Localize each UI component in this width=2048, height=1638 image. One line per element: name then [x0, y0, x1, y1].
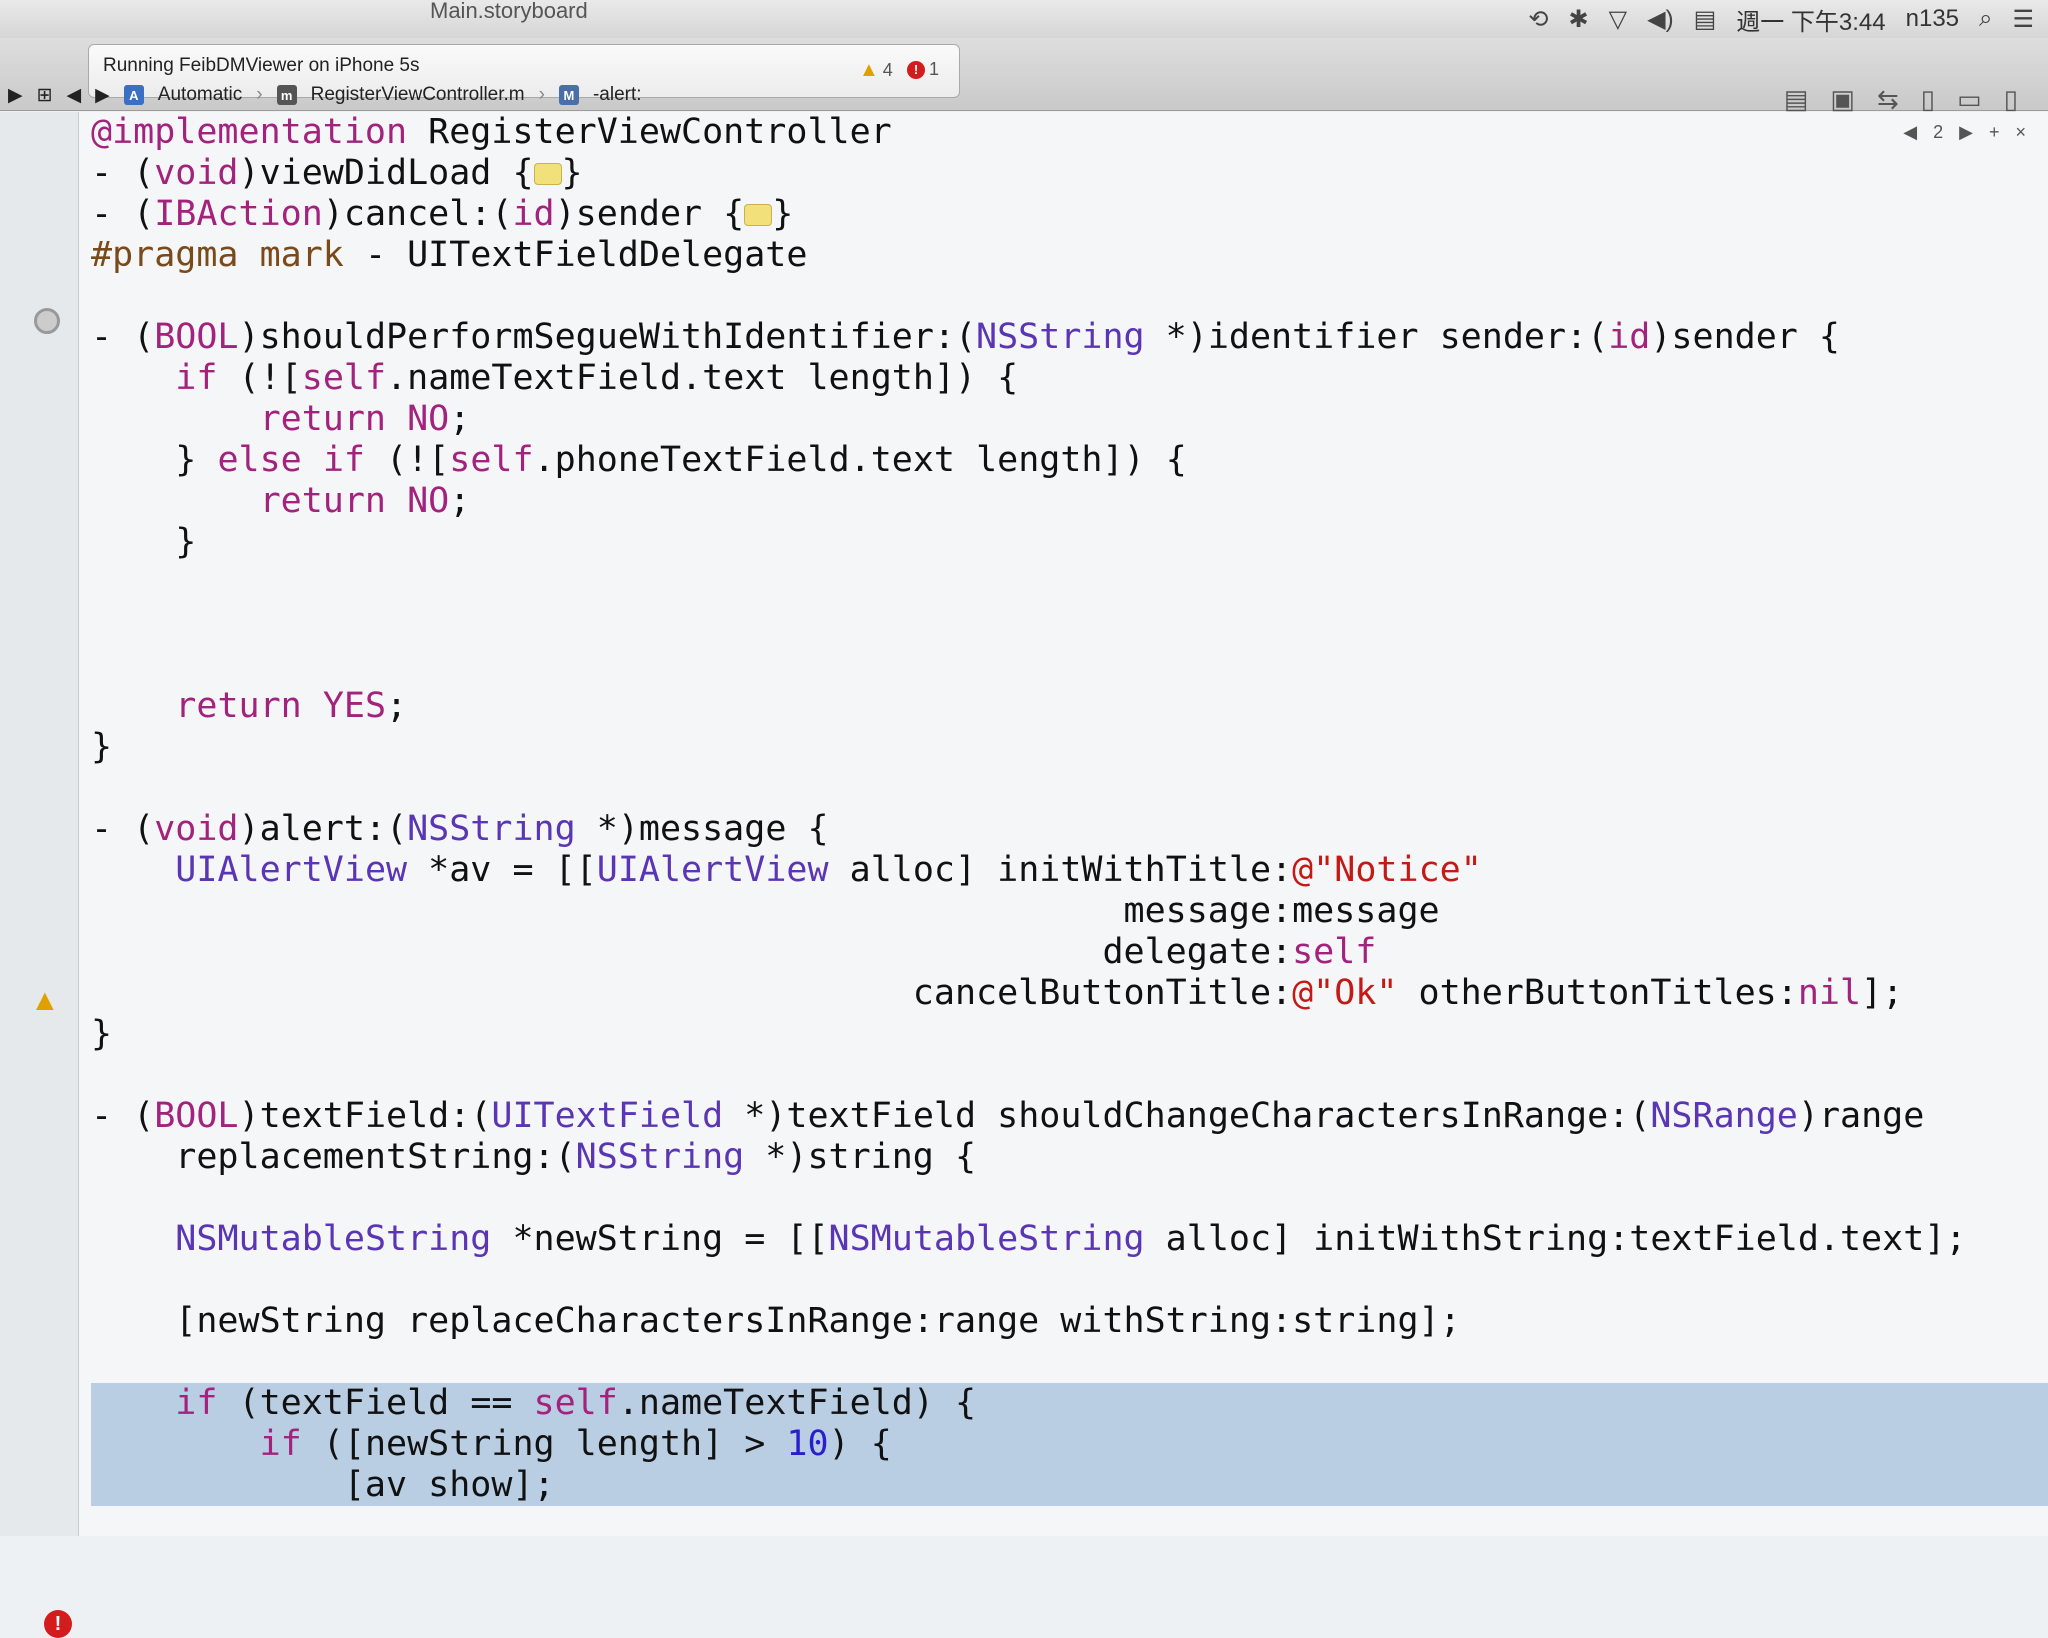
code-line[interactable]: if (![self.nameTextField.text length]) {	[91, 358, 1966, 399]
spotlight-search-icon[interactable]: ⌕	[1979, 5, 1992, 33]
code-line[interactable]: - (BOOL)textField:(UITextField *)textFie…	[91, 1096, 1966, 1137]
source-editor[interactable]: ◀ 2 ▶ + × @implementation RegisterViewCo…	[79, 112, 2048, 1536]
error-count-badge[interactable]: ! 1	[907, 59, 939, 80]
warning-count: 4	[882, 60, 893, 80]
jump-bar-scheme[interactable]: Automatic	[158, 84, 242, 106]
forward-arrow-icon[interactable]: ▶	[95, 84, 110, 107]
code-line[interactable]: [newString replaceCharactersInRange:rang…	[91, 1301, 1966, 1342]
error-count: 1	[929, 59, 940, 79]
chevron-right-icon: ›	[256, 84, 263, 105]
code-line[interactable]: }	[91, 522, 1966, 563]
code-line[interactable]: delegate:self	[91, 932, 1966, 973]
code-line[interactable]: return NO;	[91, 481, 1966, 522]
error-marker-icon[interactable]: !	[44, 1610, 72, 1638]
implementation-file-icon: m	[276, 85, 297, 105]
time-machine-icon[interactable]: ⟲	[1528, 5, 1548, 34]
code-line[interactable]: - (BOOL)shouldPerformSegueWithIdentifier…	[91, 317, 1966, 358]
code-line[interactable]	[91, 1055, 1966, 1096]
method-icon: M	[558, 85, 579, 105]
code-line[interactable]: #pragma mark - UITextFieldDelegate	[91, 235, 1966, 276]
code-line[interactable]: }	[91, 727, 1966, 768]
wifi-icon[interactable]: ▽	[1609, 5, 1627, 34]
code-line[interactable]: return YES;	[91, 686, 1966, 727]
scheme-icon: A	[123, 85, 144, 105]
menu-bar-user[interactable]: n135	[1906, 5, 1959, 33]
code-line[interactable]	[91, 768, 1966, 809]
code-line[interactable]	[91, 1178, 1966, 1219]
close-editor-icon[interactable]: ×	[2015, 122, 2026, 143]
code-line[interactable]: NSMutableString *newString = [[NSMutable…	[91, 1219, 1966, 1260]
add-editor-icon[interactable]: +	[1989, 122, 2000, 143]
code-line[interactable]	[91, 604, 1966, 645]
bluetooth-icon[interactable]: ✱	[1569, 5, 1589, 34]
jump-bar: ▶ ⊞ ◀ ▶ A Automatic › m RegisterViewCont…	[0, 80, 2048, 110]
input-source-flag-icon[interactable]: ▤	[1694, 5, 1717, 34]
notification-center-icon[interactable]: ☰	[2012, 5, 2034, 34]
code-line[interactable]: if (textField == self.nameTextField) {	[91, 1383, 2048, 1424]
chevron-right-icon: ›	[538, 84, 545, 105]
code-line[interactable]	[91, 1260, 1966, 1301]
code-line[interactable]: if ([newString length] > 10) {	[91, 1424, 2048, 1465]
folded-code-icon[interactable]	[533, 163, 562, 185]
code-line[interactable]: [av show];	[91, 1465, 2048, 1506]
code-line[interactable]	[91, 563, 1966, 604]
warning-count-badge[interactable]: ▲ 4	[859, 59, 893, 82]
warning-marker-icon[interactable]: ▲	[30, 984, 60, 1018]
code-line[interactable]: message:message	[91, 891, 1966, 932]
code-line[interactable]: cancelButtonTitle:@"Ok" otherButtonTitle…	[91, 973, 1966, 1014]
volume-icon[interactable]: ◀)	[1647, 5, 1673, 34]
back-arrow-icon[interactable]: ◀	[67, 84, 82, 107]
editor-gutter[interactable]: ▲ !	[0, 112, 79, 1638]
breakpoint-marker[interactable]	[34, 308, 60, 334]
related-items-icon[interactable]: ⊞	[37, 84, 53, 107]
code-line[interactable]: - (IBAction)cancel:(id)sender {}	[91, 194, 1966, 235]
menu-bar-clock[interactable]: 週一 下午3:44	[1736, 2, 1885, 37]
code-line[interactable]: return NO;	[91, 399, 1966, 440]
menu-bar: Main.storyboard ⟲ ✱ ▽ ◀) ▤ 週一 下午3:44 n13…	[0, 0, 2048, 39]
code-line[interactable]: replacementString:(NSString *)string {	[91, 1137, 1966, 1178]
code-line[interactable]: UIAlertView *av = [[UIAlertView alloc] i…	[91, 850, 1966, 891]
folded-code-icon[interactable]	[744, 204, 773, 226]
run-icon[interactable]: ▶	[8, 84, 23, 107]
error-icon: !	[907, 60, 925, 79]
warning-icon: ▲	[859, 59, 879, 81]
jump-bar-symbol[interactable]: -alert:	[593, 84, 642, 106]
code-line[interactable]	[91, 645, 1966, 686]
code-line[interactable]	[91, 276, 1966, 317]
jump-bar-file[interactable]: RegisterViewController.m	[311, 84, 525, 106]
code-line[interactable]: - (void)viewDidLoad {}	[91, 153, 1966, 194]
code-line[interactable]	[91, 1342, 1966, 1383]
code-line[interactable]: }	[91, 1014, 1966, 1055]
code-line[interactable]: @implementation RegisterViewController	[91, 112, 1966, 153]
code-text[interactable]: @implementation RegisterViewController - …	[91, 112, 2048, 1506]
code-line[interactable]: } else if (![self.phoneTextField.text le…	[91, 440, 1966, 481]
menu-bar-status-area: ⟲ ✱ ▽ ◀) ▤ 週一 下午3:44 n135 ⌕ ☰	[1528, 2, 2034, 36]
activity-status-text: Running FeibDMViewer on iPhone 5s	[103, 55, 420, 76]
storyboard-file-tab[interactable]: Main.storyboard	[430, 0, 588, 26]
code-line[interactable]: - (void)alert:(NSString *)message {	[91, 809, 1966, 850]
